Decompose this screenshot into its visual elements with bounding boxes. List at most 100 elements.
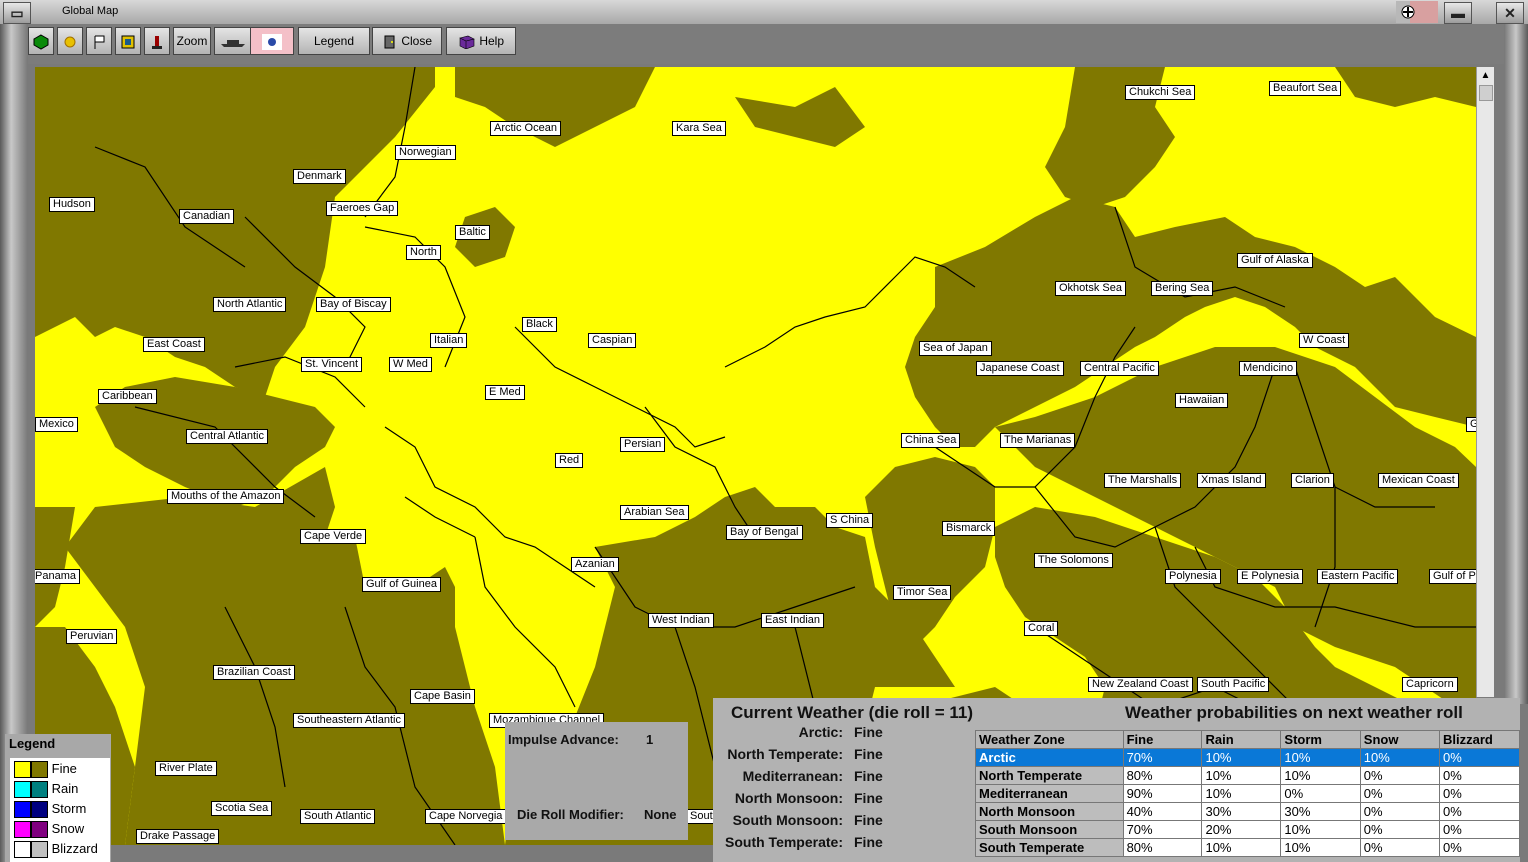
sea-label[interactable]: Caribbean [98,389,157,404]
table-row[interactable]: Mediterranean 90% 10% 0% 0% 0% [975,784,1520,803]
sea-label[interactable]: Chukchi Sea [1125,85,1196,100]
sea-label[interactable]: Italian [430,333,468,348]
sea-label[interactable]: The Marianas [1000,433,1076,448]
sea-label[interactable]: G [1466,417,1476,432]
sea-label[interactable]: Peruvian [66,629,118,644]
sea-label[interactable]: Xmas Island [1197,473,1266,488]
column-header: Fine [1122,730,1203,749]
sea-label[interactable]: Gulf of P [1429,569,1476,584]
sea-label[interactable]: The Solomons [1034,553,1113,568]
minimize-button[interactable]: ▬ [1444,2,1472,24]
sea-label[interactable]: Sea of Japan [919,341,992,356]
zoom-button[interactable]: Zoom [173,27,211,55]
sea-label[interactable]: Central Atlantic [186,429,268,444]
grid-button[interactable] [115,27,141,55]
sea-label[interactable]: Mexican Coast [1378,473,1459,488]
sea-label[interactable]: River Plate [155,761,217,776]
table-row[interactable]: South Monsoon 70% 20% 10% 0% 0% [975,820,1520,839]
die-roll-modifier-label: Die Roll Modifier: [517,807,624,822]
sea-label[interactable]: E Med [485,385,525,400]
legend-button[interactable]: Legend [298,27,370,55]
unit-button[interactable] [144,27,170,55]
sea-label[interactable]: W Coast [1299,333,1350,348]
sea-label[interactable]: Okhotsk Sea [1055,281,1126,296]
sea-label[interactable]: China Sea [901,433,961,448]
table-row[interactable]: North Temperate 80% 10% 10% 0% 0% [975,766,1520,785]
sea-label[interactable]: Panama [35,569,80,584]
sea-label[interactable]: Japanese Coast [976,361,1064,376]
sea-label[interactable]: South Pacific [1197,677,1270,692]
sea-label[interactable]: St. Vincent [301,357,362,372]
hex-view-button[interactable] [28,27,54,55]
close-window-button[interactable]: ✕ [1496,2,1524,24]
sea-label[interactable]: Black [522,317,557,332]
sea-label[interactable]: Hawaiian [1175,393,1229,408]
table-row[interactable]: North Monsoon 40% 30% 30% 0% 0% [975,802,1520,821]
sea-label[interactable]: The Marshalls [1104,473,1182,488]
close-button[interactable]: Close [372,27,442,55]
help-button[interactable]: Help [446,27,516,55]
weather-button[interactable] [57,27,83,55]
sea-label[interactable]: Baltic [455,225,490,240]
sea-label[interactable]: Kara Sea [672,121,726,136]
current-zone-value: Fine [854,768,883,784]
sea-label[interactable]: Beaufort Sea [1269,81,1342,96]
sea-label[interactable]: Central Pacific [1080,361,1159,376]
sea-label[interactable]: Capricorn [1402,677,1458,692]
sea-label[interactable]: Mexico [35,417,78,432]
sea-label[interactable]: W Med [389,357,432,372]
sea-label[interactable]: Persian [620,437,666,452]
sea-label[interactable]: Cape Basin [410,689,475,704]
sea-label[interactable]: Bay of Bengal [726,525,803,540]
sea-label[interactable]: Red [555,453,584,468]
legend-title: Legend [9,736,56,751]
sea-label[interactable]: Coral [1024,621,1059,636]
sea-label[interactable]: Arabian Sea [620,505,689,520]
sea-label[interactable]: Drake Passage [136,829,220,844]
sea-label[interactable]: West Indian [648,613,714,628]
sea-label[interactable]: East Indian [761,613,825,628]
sea-label[interactable]: Eastern Pacific [1317,569,1399,584]
sea-label[interactable]: Cape Verde [300,529,367,544]
sea-label[interactable]: Hudson [49,197,95,212]
sea-label[interactable]: North [406,245,441,260]
nationality-button[interactable] [250,27,294,55]
table-row[interactable]: Arctic 70% 10% 10% 10% 0% [975,748,1520,767]
flag-button[interactable] [86,27,112,55]
sea-label[interactable]: Denmark [293,169,346,184]
sea-label[interactable]: East Coast [143,337,205,352]
sea-label[interactable]: South Atlantic [300,809,376,824]
sea-label[interactable]: Arctic Ocean [490,121,561,136]
sea-label[interactable]: Canadian [179,209,235,224]
sea-label[interactable]: Faeroes Gap [326,201,399,216]
sea-label[interactable]: Norwegian [395,145,456,160]
table-row[interactable]: South Temperate 80% 10% 10% 0% 0% [975,838,1520,857]
sea-label[interactable]: Gulf of Alaska [1237,253,1313,268]
scroll-up-arrow-icon[interactable]: ▲ [1477,67,1494,84]
sea-label[interactable]: Southeastern Atlantic [293,713,405,728]
sea-label[interactable]: Brazilian Coast [213,665,295,680]
sea-label[interactable]: Mendicino [1239,361,1298,376]
ships-button[interactable] [214,27,252,55]
sea-label[interactable]: New Zealand Coast [1088,677,1193,692]
sea-label[interactable]: Azanian [571,557,619,572]
sea-label[interactable]: Timor Sea [893,585,952,600]
scroll-thumb[interactable] [1479,85,1493,101]
system-menu-button[interactable]: ▭ [3,2,31,24]
sea-label[interactable]: Gulf of Guinea [362,577,441,592]
sea-label[interactable]: North Atlantic [213,297,287,312]
map-vertical-scrollbar[interactable]: ▲ [1476,67,1494,697]
sea-label[interactable]: Bering Sea [1151,281,1214,296]
sea-label[interactable]: Clarion [1291,473,1334,488]
column-header: Storm [1280,730,1361,749]
sea-label[interactable]: Bay of Biscay [316,297,391,312]
sea-label[interactable]: E Polynesia [1237,569,1304,584]
sea-label[interactable]: Mouths of the Amazon [167,489,285,504]
sea-label[interactable]: Bismarck [942,521,996,536]
sea-label[interactable]: Polynesia [1165,569,1221,584]
sea-label[interactable]: Scotia Sea [211,801,273,816]
sea-label[interactable]: Caspian [588,333,637,348]
value-cell: 0% [1359,766,1441,785]
sea-label[interactable]: S China [826,513,874,528]
sea-label[interactable]: Cape Norvegia [425,809,507,824]
